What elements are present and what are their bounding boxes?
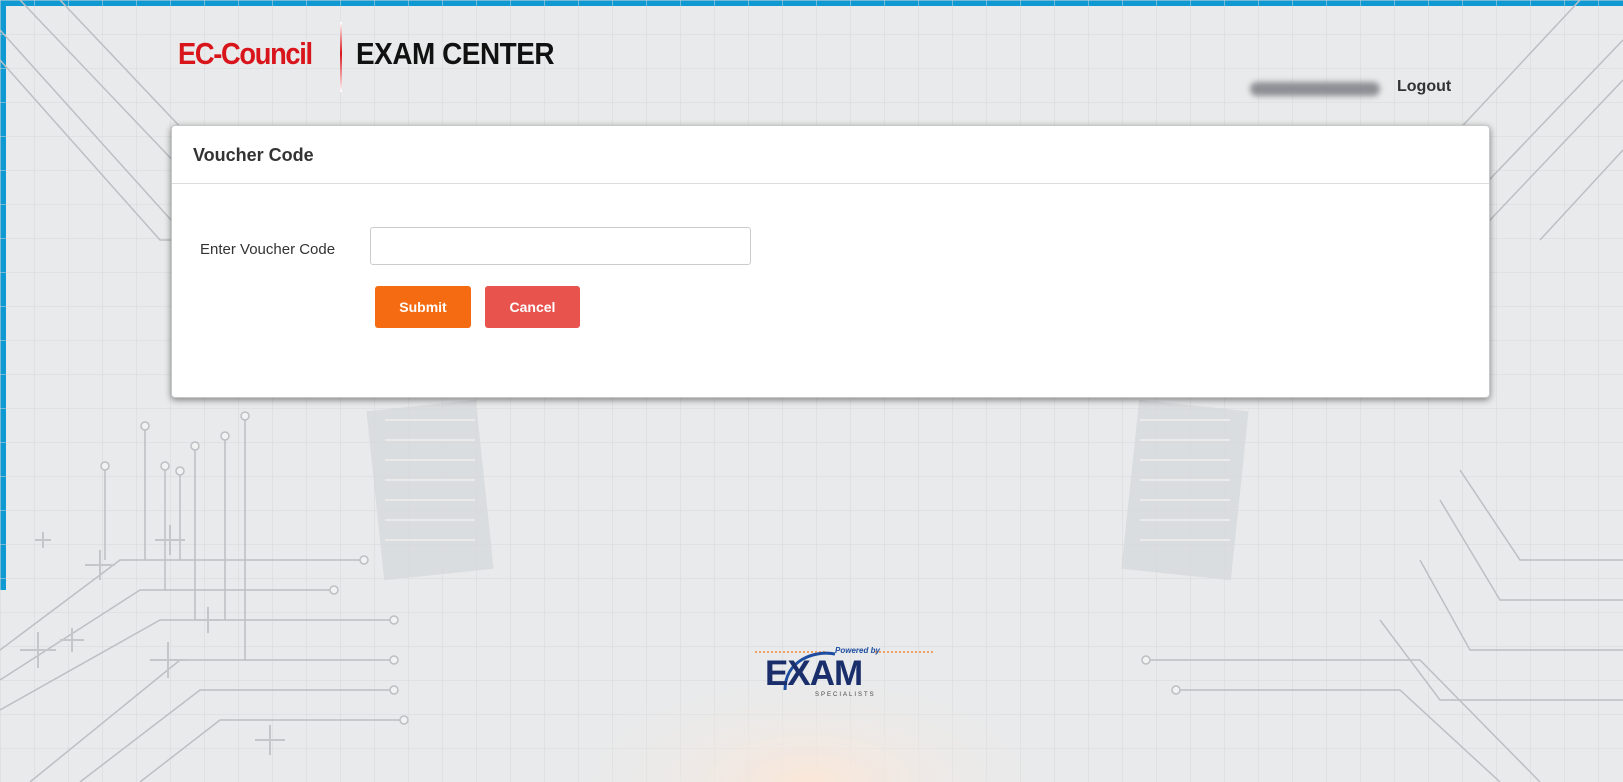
cancel-button[interactable]: Cancel xyxy=(485,286,580,328)
voucher-code-label: Enter Voucher Code xyxy=(200,241,336,258)
panel-title: Voucher Code xyxy=(193,145,314,165)
logo-divider xyxy=(340,22,342,92)
voucher-panel: Voucher Code Enter Voucher Code Submit C… xyxy=(171,125,1490,398)
logo-product-text: EXAM CENTER xyxy=(356,36,555,71)
logout-link[interactable]: Logout xyxy=(1397,78,1451,96)
user-name-redacted xyxy=(1250,82,1380,96)
voucher-code-input[interactable] xyxy=(370,227,751,265)
exam-specialists-logo: Powered by EXAM SPECIALISTS xyxy=(745,640,945,720)
logo-brand-text: EC-Council xyxy=(178,36,313,71)
powered-brand-text: EXAM xyxy=(765,654,863,693)
submit-button[interactable]: Submit xyxy=(375,286,471,328)
powered-brand-subtext: SPECIALISTS xyxy=(815,692,876,698)
panel-header: Voucher Code xyxy=(172,126,1489,184)
